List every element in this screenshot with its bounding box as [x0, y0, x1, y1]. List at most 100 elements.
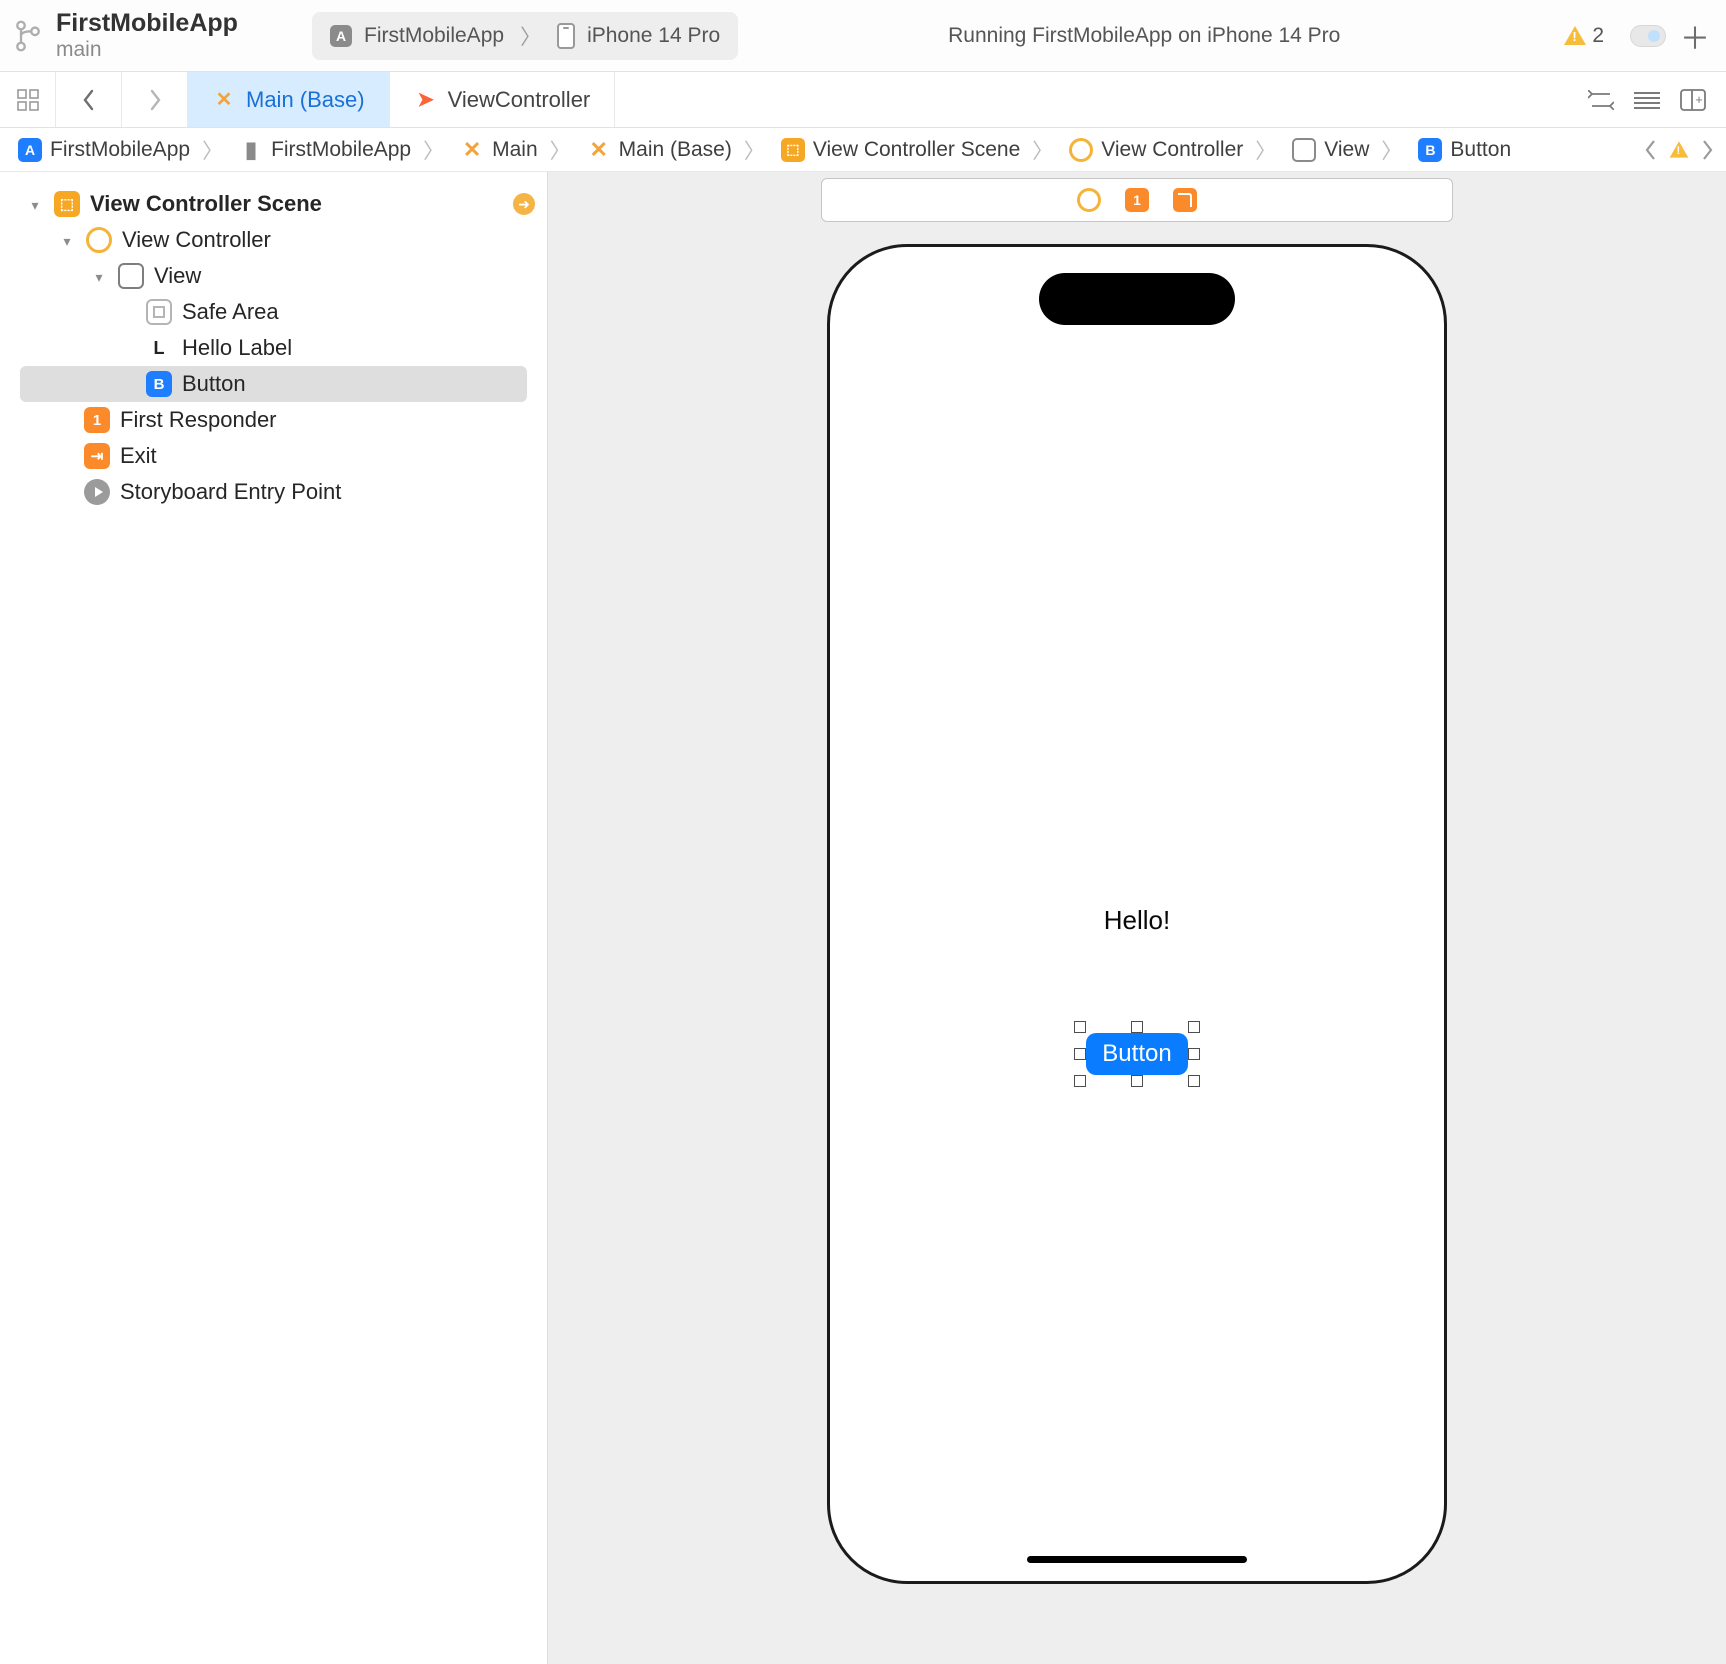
chevron-left-icon[interactable] — [1644, 139, 1658, 161]
outline-row-view-controller[interactable]: ▾ View Controller — [0, 222, 547, 258]
scene-icon: ⬚ — [54, 191, 80, 217]
outline-label: Button — [182, 371, 246, 397]
crumb-main[interactable]: ✕ Main 〉 — [454, 135, 581, 165]
scene-icon: ⬚ — [781, 138, 805, 162]
view-controller-icon[interactable] — [1077, 188, 1101, 212]
first-responder-icon[interactable]: 1 — [1125, 188, 1149, 212]
resize-handle-bl[interactable] — [1074, 1075, 1086, 1087]
editor-options: + — [1568, 72, 1726, 127]
resize-handle-br[interactable] — [1188, 1075, 1200, 1087]
adjust-editor-button[interactable] — [1586, 85, 1616, 115]
crumb-label: View Controller Scene — [813, 138, 1020, 162]
resize-handle-tl[interactable] — [1074, 1021, 1086, 1033]
resize-handle-bm[interactable] — [1131, 1075, 1143, 1087]
outline-row-view[interactable]: ▾ View — [0, 258, 547, 294]
view-icon — [1292, 138, 1316, 162]
view-icon — [118, 263, 144, 289]
chevron-right-icon: 〉 — [1251, 135, 1280, 165]
crumb-label: Main (Base) — [619, 138, 732, 162]
button-icon: B — [146, 371, 172, 397]
view-controller-icon — [1069, 138, 1093, 162]
outline-row-button[interactable]: B Button — [20, 366, 527, 402]
app-icon: A — [18, 138, 42, 162]
tab-bar: ✕ Main (Base) ➤ ViewController + — [0, 72, 1726, 128]
interface-builder-canvas[interactable]: 1 Hello! Button — [548, 172, 1726, 1664]
crumb-label: Button — [1450, 138, 1511, 162]
project-title-block: FirstMobileApp main — [14, 10, 304, 61]
selection-rect[interactable]: Button — [1080, 1027, 1194, 1081]
cloud-status-icon[interactable] — [1630, 25, 1666, 47]
resize-handle-mr[interactable] — [1188, 1048, 1200, 1060]
project-name[interactable]: FirstMobileApp — [56, 10, 238, 38]
run-status: Running FirstMobileApp on iPhone 14 Pro — [738, 24, 1550, 48]
outline-row-exit[interactable]: ⇥ Exit — [0, 438, 547, 474]
scene-dock[interactable]: 1 — [821, 178, 1453, 222]
main-split: ▾ ⬚ View Controller Scene ➜ ▾ View Contr… — [0, 172, 1726, 1664]
exit-icon[interactable] — [1173, 188, 1197, 212]
interface-builder-icon: ✕ — [212, 88, 236, 112]
library-add-button[interactable]: ＋ — [1678, 19, 1712, 53]
disclosure-icon[interactable]: ▾ — [58, 233, 76, 250]
crumb-view[interactable]: View 〉 — [1286, 135, 1412, 165]
crumb-main-base[interactable]: ✕ Main (Base) 〉 — [581, 135, 775, 165]
chevron-right-icon: 〉 — [1377, 135, 1406, 165]
title-toolbar: FirstMobileApp main A FirstMobileApp 〉 i… — [0, 0, 1726, 72]
disclosure-icon[interactable]: ▾ — [90, 269, 108, 286]
device-icon — [557, 23, 575, 49]
selected-button-wrap[interactable]: Button — [1080, 1027, 1194, 1081]
related-items-button[interactable] — [0, 72, 56, 127]
outline-row-safe-area[interactable]: Safe Area — [0, 294, 547, 330]
interface-builder-icon: ✕ — [587, 138, 611, 162]
crumb-label: View Controller — [1101, 138, 1243, 162]
tab-label: ViewController — [448, 87, 591, 113]
crumb-label: Main — [492, 138, 538, 162]
device-frame: Hello! Button — [827, 244, 1447, 1584]
svg-text:+: + — [1695, 92, 1703, 107]
crumb-label: View — [1324, 138, 1369, 162]
outline-row-first-responder[interactable]: 1 First Responder — [0, 402, 547, 438]
view-controller-icon — [86, 227, 112, 253]
resize-handle-ml[interactable] — [1074, 1048, 1086, 1060]
disclosure-icon[interactable]: ▾ — [26, 197, 44, 214]
interface-builder-icon: ✕ — [460, 138, 484, 162]
outline-label: Exit — [120, 443, 157, 469]
branch-name[interactable]: main — [56, 38, 238, 61]
crumb-label: FirstMobileApp — [50, 138, 190, 162]
crumb-scene[interactable]: ⬚ View Controller Scene 〉 — [775, 135, 1063, 165]
crumb-view-controller[interactable]: View Controller 〉 — [1063, 135, 1286, 165]
crumb-button[interactable]: B Button — [1412, 138, 1517, 162]
chevron-right-icon: 〉 — [1028, 135, 1057, 165]
first-responder-icon: 1 — [84, 407, 110, 433]
jump-bar-right — [1644, 139, 1714, 161]
editor-layout-button[interactable] — [1632, 85, 1662, 115]
chevron-right-icon: 〉 — [419, 135, 448, 165]
chevron-right-icon: 〉 — [516, 21, 545, 51]
nav-back-button[interactable] — [56, 72, 122, 127]
hello-label[interactable]: Hello! — [830, 905, 1444, 936]
outline-label: Safe Area — [182, 299, 279, 325]
resize-handle-tm[interactable] — [1131, 1021, 1143, 1033]
add-editor-button[interactable]: + — [1678, 85, 1708, 115]
outline-row-hello-label[interactable]: L Hello Label — [0, 330, 547, 366]
warning-icon[interactable] — [1670, 141, 1689, 157]
warnings-indicator[interactable]: 2 — [1564, 24, 1604, 48]
ui-button[interactable]: Button — [1086, 1033, 1188, 1075]
warning-icon — [1564, 26, 1586, 45]
scheme-selector[interactable]: A FirstMobileApp 〉 iPhone 14 Pro — [312, 12, 738, 60]
crumb-folder[interactable]: ▮ FirstMobileApp 〉 — [233, 135, 454, 165]
swift-icon: ➤ — [414, 88, 438, 112]
tab-viewcontroller[interactable]: ➤ ViewController — [390, 72, 616, 127]
nav-forward-button[interactable] — [122, 72, 188, 127]
outline-row-scene[interactable]: ▾ ⬚ View Controller Scene ➜ — [0, 186, 547, 222]
crumb-project[interactable]: A FirstMobileApp 〉 — [12, 135, 233, 165]
chevron-right-icon: 〉 — [740, 135, 769, 165]
tab-main-storyboard[interactable]: ✕ Main (Base) — [188, 72, 390, 127]
entry-point-icon — [84, 479, 110, 505]
outline-label: View Controller — [122, 227, 271, 253]
scene-entry-badge-icon: ➜ — [513, 193, 535, 215]
chevron-right-icon[interactable] — [1700, 139, 1714, 161]
outline-row-entry-point[interactable]: Storyboard Entry Point — [0, 474, 547, 510]
scheme-name: FirstMobileApp — [364, 24, 504, 48]
resize-handle-tr[interactable] — [1188, 1021, 1200, 1033]
outline-label: View — [154, 263, 201, 289]
